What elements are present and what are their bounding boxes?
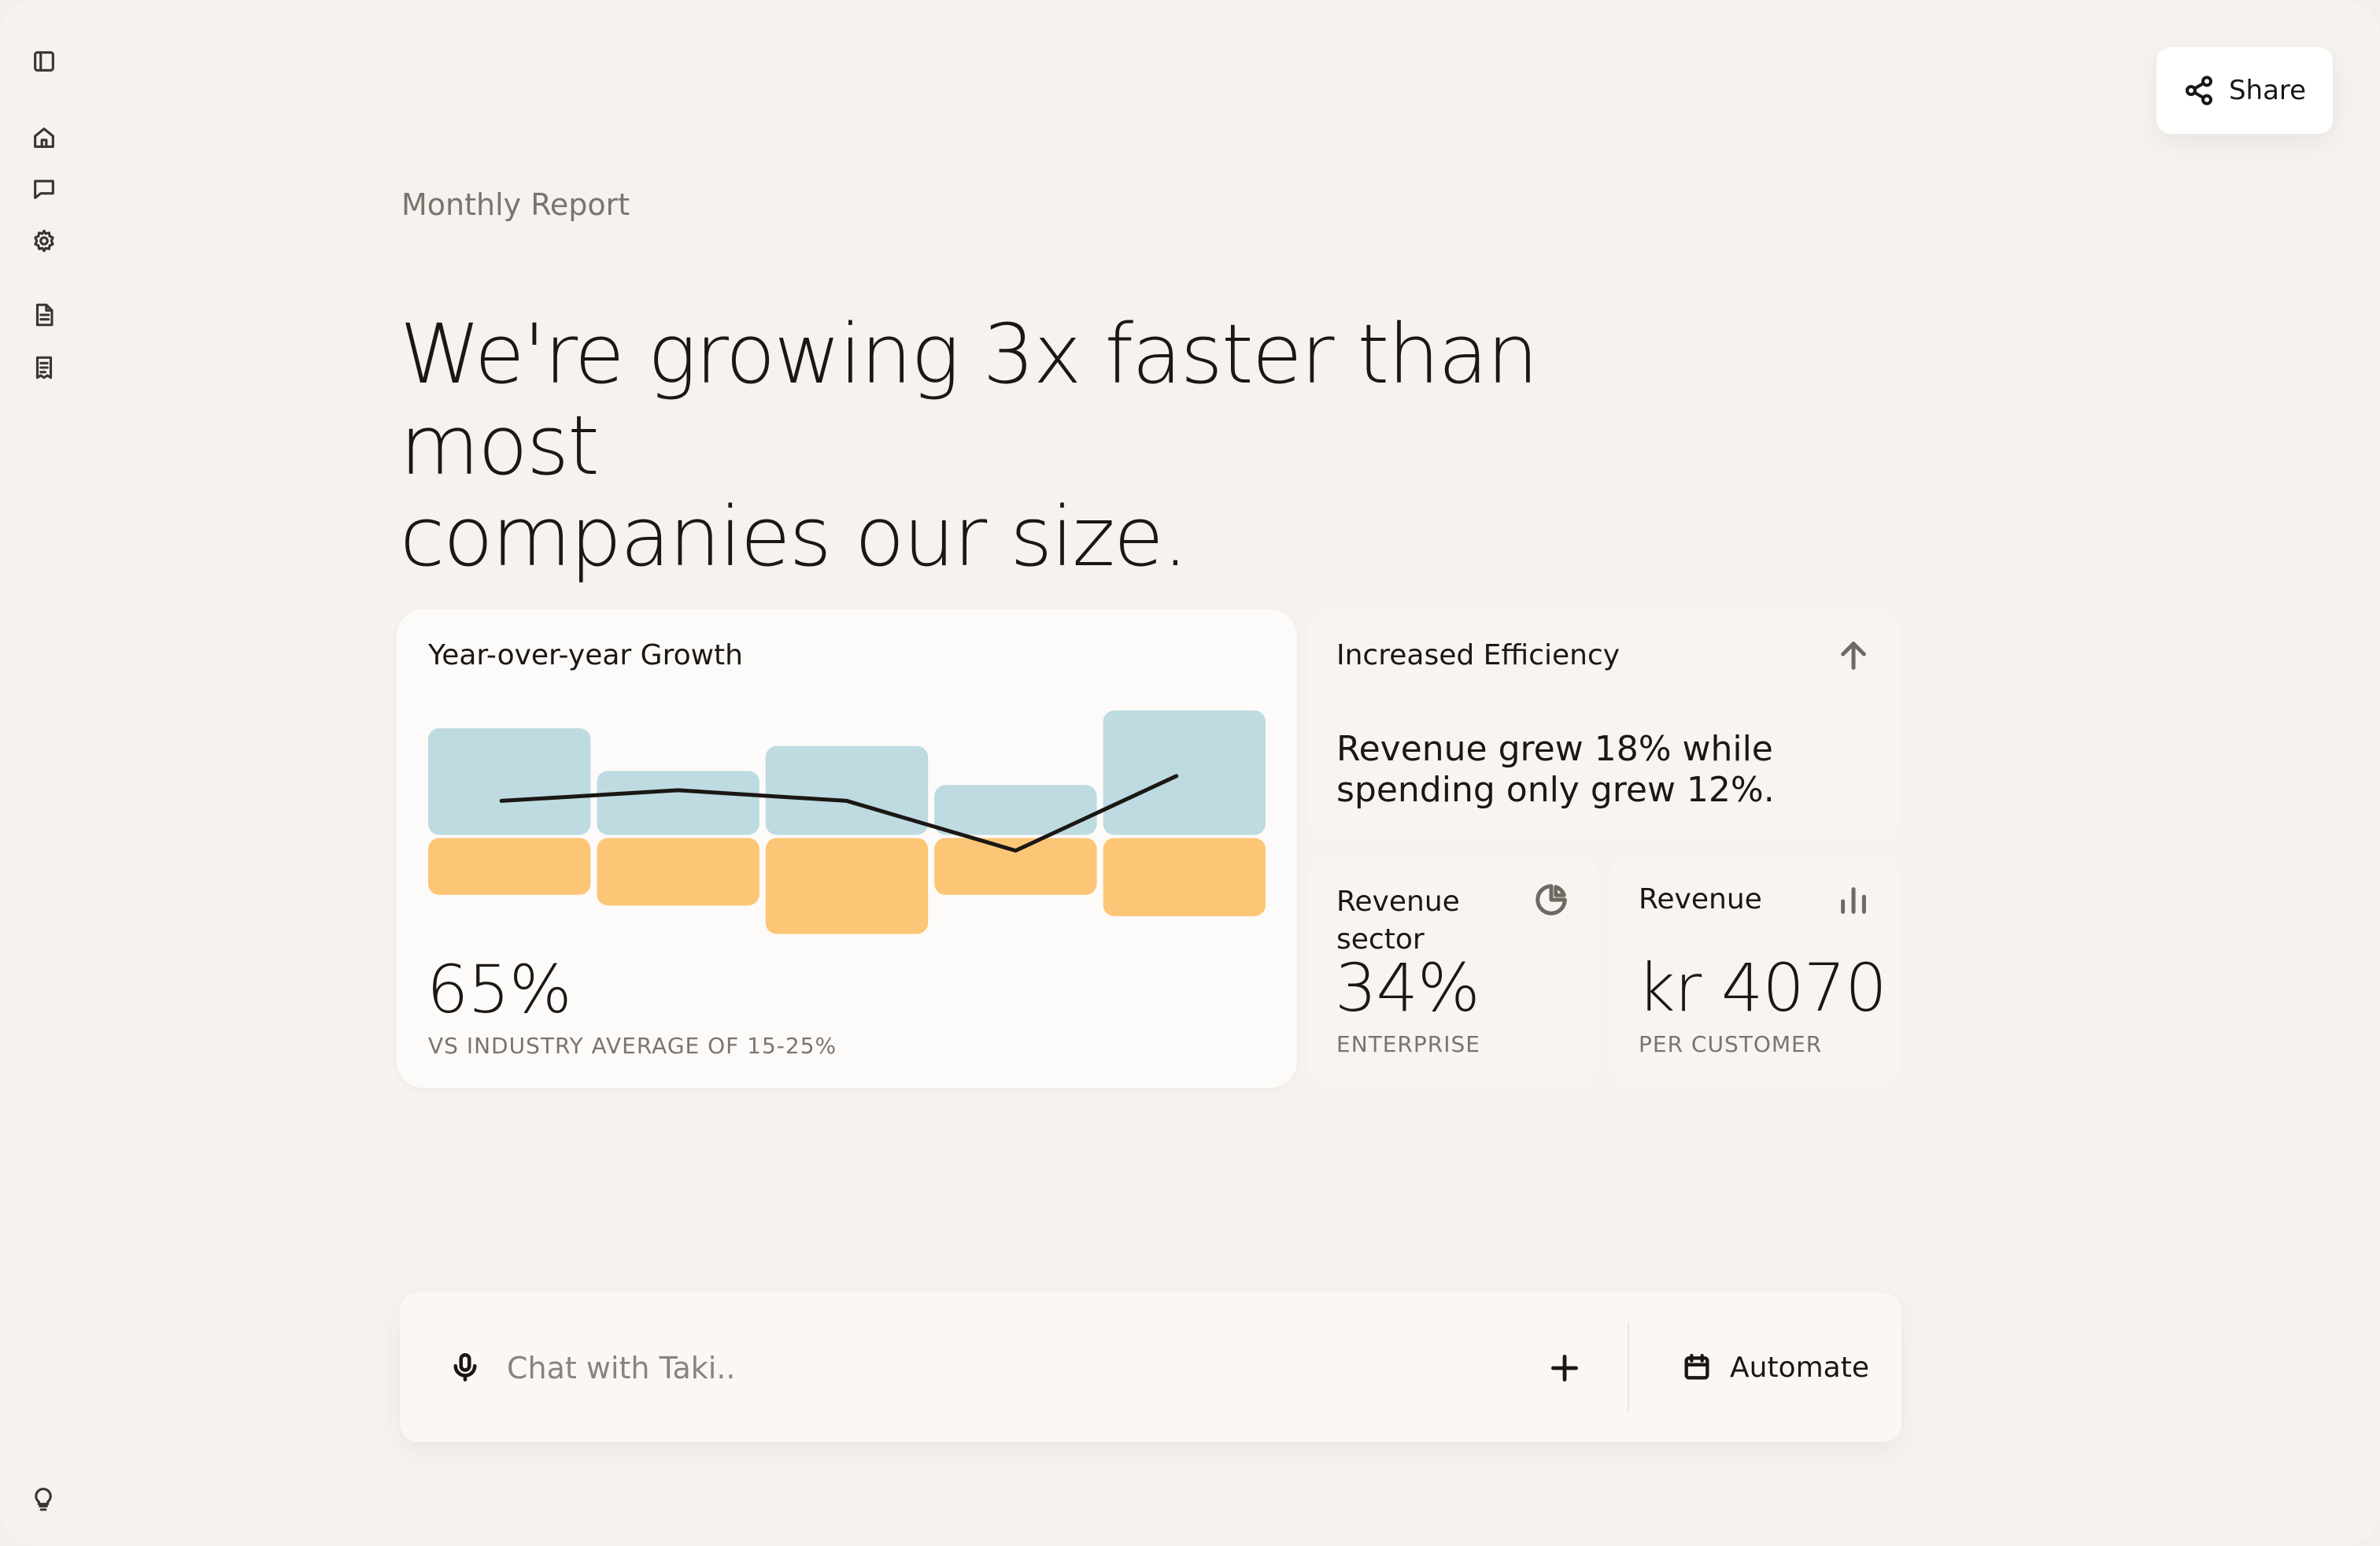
page-headline: We're growing 3x faster than most compan… xyxy=(400,309,1659,583)
chat-icon[interactable] xyxy=(30,175,58,203)
positive-bar-2 xyxy=(597,771,759,835)
share-button[interactable]: Share xyxy=(2156,47,2333,134)
add-icon[interactable] xyxy=(1547,1351,1582,1385)
growth-chart xyxy=(428,710,1266,934)
revenue-card-title: Revenue xyxy=(1639,883,1762,915)
growth-card-title: Year-over-year Growth xyxy=(428,639,743,671)
chat-input[interactable] xyxy=(505,1341,1374,1395)
sector-card-title: Revenue sector xyxy=(1336,886,1460,956)
share-icon xyxy=(2185,76,2212,105)
app-window: Share Monthly Report We're growing 3x fa… xyxy=(0,0,2380,1546)
positive-bar-4 xyxy=(934,785,1097,835)
growth-caption: VS INDUSTRY AVERAGE OF 15-25% xyxy=(428,1033,837,1059)
efficiency-text: Revenue grew 18% while spending only gre… xyxy=(1336,729,1775,810)
arrow-up-icon xyxy=(1835,638,1872,674)
negative-bar-1 xyxy=(428,838,591,895)
settings-icon[interactable] xyxy=(30,227,58,255)
bar-chart-icon xyxy=(1835,882,1872,918)
sector-caption: ENTERPRISE xyxy=(1336,1031,1480,1057)
sector-card[interactable]: Revenue sector 34% ENTERPRISE xyxy=(1306,853,1599,1088)
share-label: Share xyxy=(2228,75,2307,106)
positive-bar-1 xyxy=(428,728,591,835)
revenue-value: kr 4070 xyxy=(1637,949,1887,1026)
sector-value: 34% xyxy=(1335,949,1480,1026)
sidebar xyxy=(0,0,88,1546)
revenue-card[interactable]: Revenue kr 4070 PER CUSTOMER xyxy=(1609,853,1901,1088)
positive-bar-3 xyxy=(765,745,929,835)
efficiency-card[interactable]: Increased Efficiency Revenue grew 18% wh… xyxy=(1306,609,1901,842)
headline-line-1: We're growing 3x faster than most xyxy=(400,306,1539,494)
automate-label: Automate xyxy=(1730,1351,1869,1384)
home-icon[interactable] xyxy=(30,124,58,152)
chat-bar: Automate xyxy=(400,1293,1901,1442)
divider xyxy=(1628,1322,1629,1412)
negative-bar-5 xyxy=(1103,838,1266,916)
negative-bar-4 xyxy=(934,838,1097,895)
lightbulb-icon[interactable] xyxy=(30,1486,58,1515)
report-label: Monthly Report xyxy=(401,187,630,222)
growth-card[interactable]: Year-over-year Growth 65% VS INDUSTRY AV… xyxy=(397,609,1297,1088)
negative-bar-2 xyxy=(597,838,759,906)
document-icon[interactable] xyxy=(30,301,58,329)
efficiency-card-title: Increased Efficiency xyxy=(1336,639,1621,671)
headline-line-2: companies our size. xyxy=(400,489,1188,585)
negative-bar-3 xyxy=(765,838,929,934)
calendar-icon xyxy=(1681,1352,1713,1383)
revenue-caption: PER CUSTOMER xyxy=(1639,1031,1823,1057)
pie-chart-icon xyxy=(1533,882,1569,918)
automate-button[interactable]: Automate xyxy=(1681,1341,1869,1393)
growth-value: 65% xyxy=(427,951,572,1028)
receipt-icon[interactable] xyxy=(30,353,58,382)
microphone-icon[interactable] xyxy=(449,1351,482,1384)
sidebar-toggle-icon[interactable] xyxy=(30,47,58,76)
positive-bar-5 xyxy=(1103,710,1266,835)
